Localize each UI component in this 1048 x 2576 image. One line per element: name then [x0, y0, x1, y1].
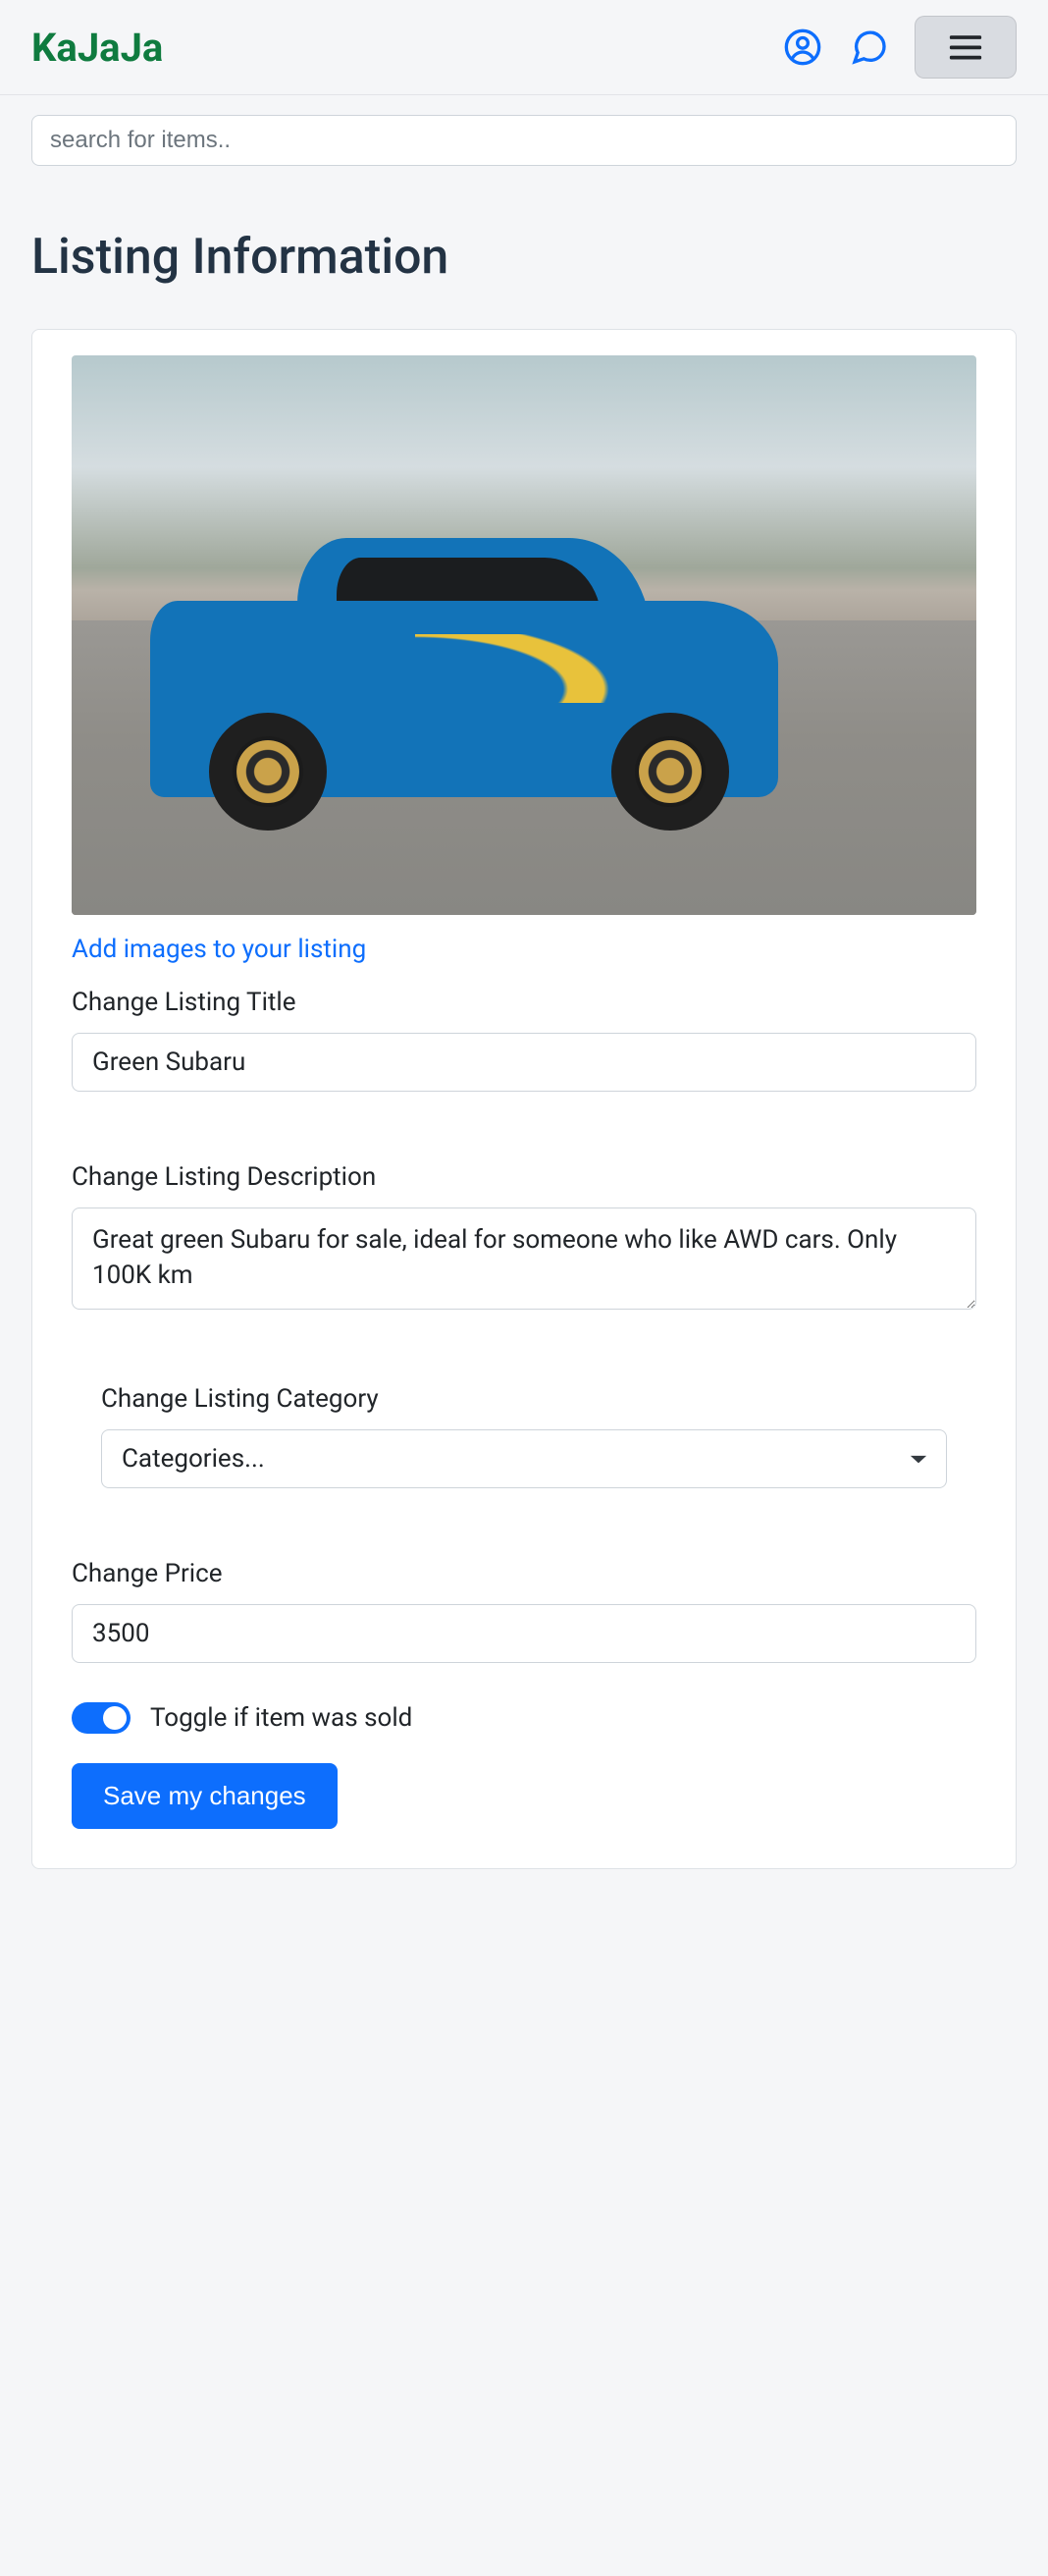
nav-right — [781, 16, 1017, 79]
price-group: Change Price — [72, 1559, 976, 1663]
page-title: Listing Information — [31, 229, 1017, 286]
listing-image — [72, 355, 976, 915]
sold-toggle[interactable] — [72, 1702, 131, 1734]
category-group: Change Listing Category Categories... — [72, 1384, 976, 1488]
category-label: Change Listing Category — [101, 1384, 947, 1414]
chat-icon[interactable] — [848, 26, 891, 69]
search-input[interactable] — [31, 115, 1017, 166]
main-container: Listing Information Add images to your l… — [0, 95, 1048, 1908]
sold-toggle-row: Toggle if item was sold — [72, 1702, 976, 1734]
description-label: Change Listing Description — [72, 1162, 976, 1192]
brand-logo[interactable]: KaJaJa — [31, 25, 163, 71]
add-images-link[interactable]: Add images to your listing — [72, 935, 366, 964]
hamburger-menu-button[interactable] — [915, 16, 1017, 79]
profile-icon[interactable] — [781, 26, 824, 69]
price-label: Change Price — [72, 1559, 976, 1588]
description-input[interactable] — [72, 1208, 976, 1310]
title-group: Change Listing Title — [72, 988, 976, 1092]
navbar: KaJaJa — [0, 0, 1048, 95]
listing-card: Add images to your listing Change Listin… — [31, 329, 1017, 1869]
title-label: Change Listing Title — [72, 988, 976, 1017]
title-input[interactable] — [72, 1033, 976, 1092]
description-group: Change Listing Description — [72, 1162, 976, 1314]
sold-toggle-label: Toggle if item was sold — [150, 1703, 412, 1733]
category-select[interactable]: Categories... — [101, 1429, 947, 1488]
price-input[interactable] — [72, 1604, 976, 1663]
save-button[interactable]: Save my changes — [72, 1763, 338, 1829]
